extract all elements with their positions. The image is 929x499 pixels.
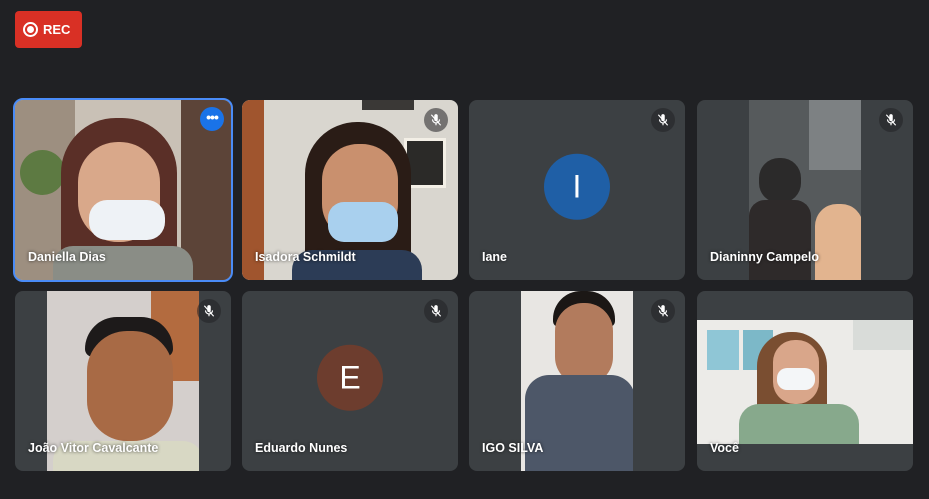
participant-tile[interactable]: E Eduardo Nunes [242, 291, 458, 471]
mic-off-icon [651, 299, 675, 323]
avatar-initial: E [339, 359, 361, 396]
participant-tile[interactable]: Isadora Schmildt [242, 100, 458, 280]
participant-name: IGO SILVA [482, 441, 544, 455]
participant-tile[interactable]: IGO SILVA [469, 291, 685, 471]
avatar-initial: I [572, 168, 582, 205]
participant-name: Isadora Schmildt [255, 250, 356, 264]
participant-avatar: I [544, 153, 610, 220]
participant-video [697, 320, 913, 444]
participant-name: Dianinny Campelo [710, 250, 820, 264]
mic-off-icon [424, 108, 448, 132]
participant-name: Você [710, 441, 739, 455]
participant-avatar: E [317, 344, 383, 411]
mic-off-icon [651, 108, 675, 132]
participant-name: Eduardo Nunes [255, 441, 348, 455]
mic-off-icon [197, 299, 221, 323]
participant-name: Iane [482, 250, 508, 264]
self-view-tile[interactable]: Você [697, 291, 913, 471]
participant-name: Daniella Dias [28, 250, 106, 264]
participant-tile[interactable]: João Vitor Cavalcante [15, 291, 231, 471]
mic-off-icon [424, 299, 448, 323]
mic-off-icon [879, 108, 903, 132]
participant-tile[interactable]: Dianinny Campelo [697, 100, 913, 280]
recording-label: REC [43, 22, 71, 37]
participant-name: João Vitor Cavalcante [28, 441, 159, 455]
participant-tile[interactable]: ••• Daniella Dias [13, 98, 233, 282]
participant-tile[interactable]: I Iane [469, 100, 685, 280]
recording-indicator[interactable]: REC [15, 11, 82, 48]
more-options-icon[interactable]: ••• [200, 107, 224, 131]
record-icon [23, 22, 38, 37]
